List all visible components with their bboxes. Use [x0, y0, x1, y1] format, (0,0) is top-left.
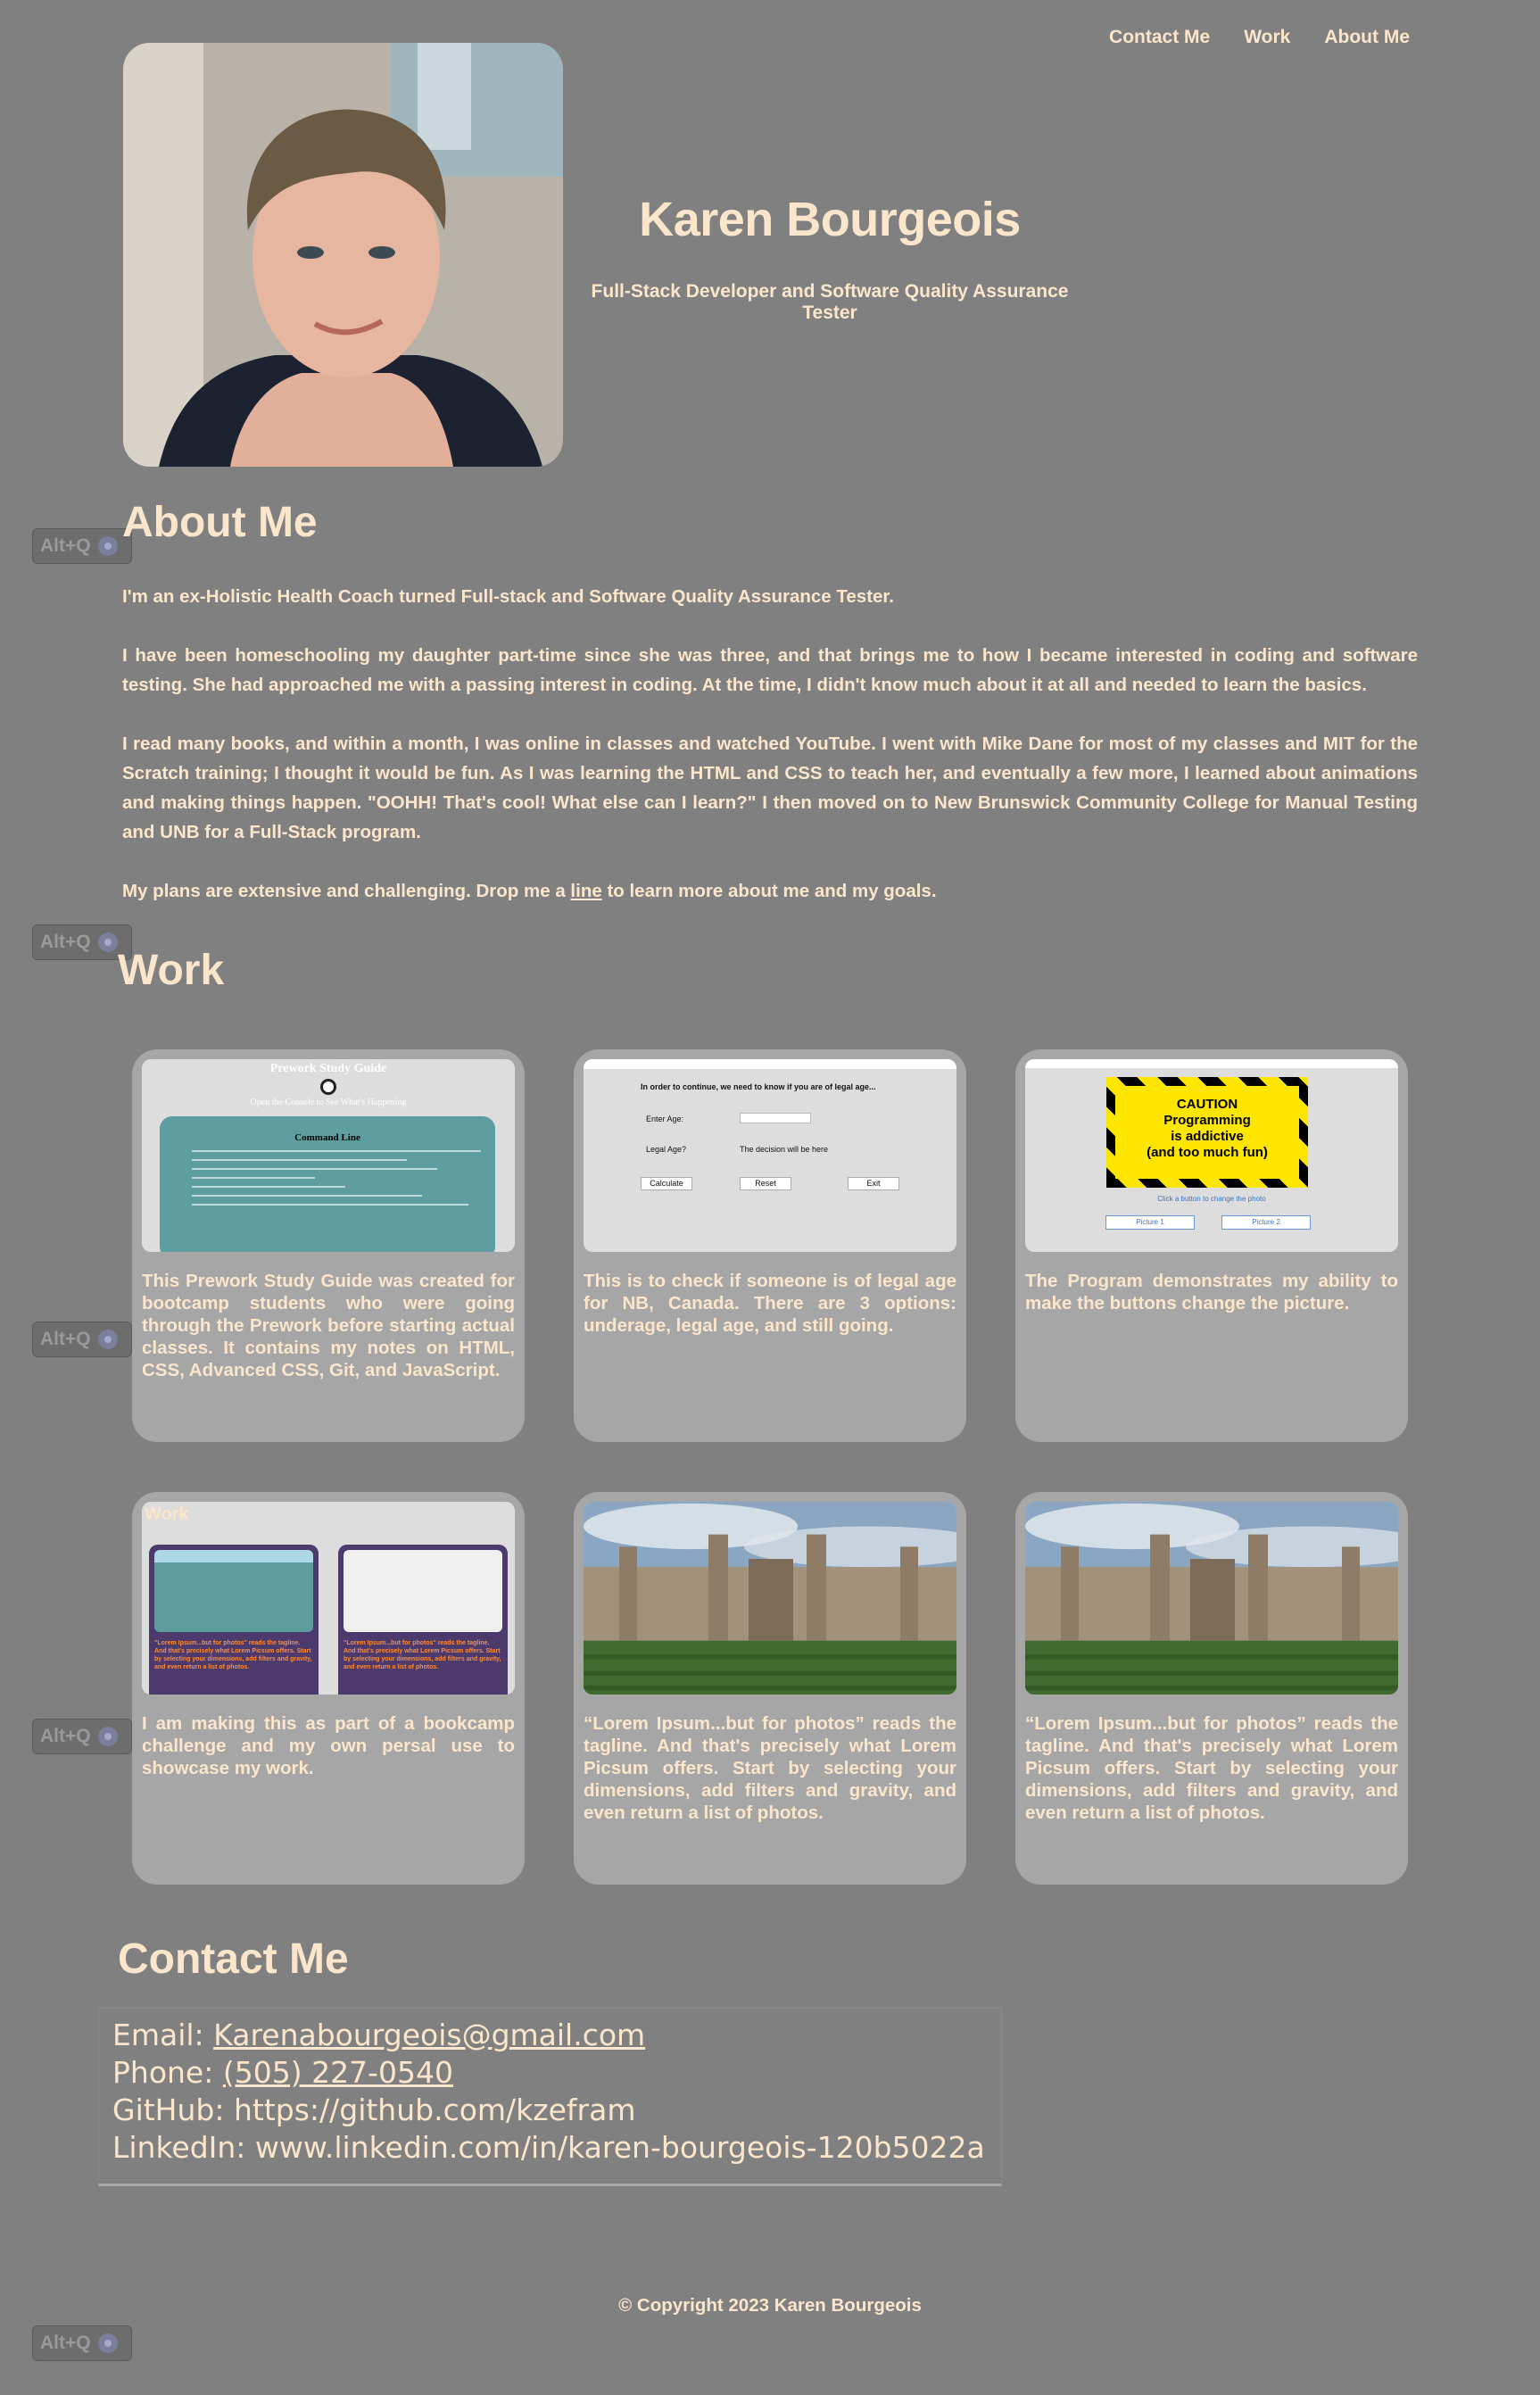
about-paragraph: I'm an ex-Holistic Health Coach turned F…	[122, 586, 894, 607]
age-input	[740, 1113, 811, 1123]
shot-title: Prework Study Guide	[269, 1062, 387, 1075]
sign-line: is addictive	[1171, 1129, 1244, 1144]
contact-heading: Contact Me	[118, 1935, 349, 1983]
contact-frame	[98, 2008, 1002, 2186]
exit-button: Exit	[848, 1177, 899, 1190]
project-screenshot: Work "Lorem Ipsum...but for photos" read…	[142, 1502, 515, 1695]
prompt-text: In order to continue, we need to know if…	[641, 1082, 876, 1091]
text-line	[192, 1150, 481, 1152]
text-line	[192, 1186, 345, 1188]
mini-card-text: "Lorem Ipsum...but for photos" reads the…	[154, 1640, 312, 1670]
work-card-portfolio[interactable]: Work "Lorem Ipsum...but for photos" read…	[132, 1492, 525, 1885]
contact-line-link[interactable]: line	[570, 881, 601, 901]
mini-card-image	[154, 1550, 313, 1632]
college-photo	[1025, 1502, 1398, 1695]
notes-box: Command Line	[160, 1116, 495, 1252]
sign-line: Programming	[1163, 1113, 1251, 1128]
alt-q-label: Alt+Q	[40, 2333, 91, 2353]
alt-q-label: Alt+Q	[40, 1726, 91, 1746]
alt-q-label: Alt+Q	[40, 932, 91, 952]
mini-card-image	[344, 1550, 502, 1632]
text-line	[192, 1168, 438, 1170]
text-line	[192, 1159, 407, 1161]
card-description: I am making this as part of a bookcamp c…	[142, 1713, 515, 1778]
alt-q-label: Alt+Q	[40, 535, 91, 556]
project-screenshot: In order to continue, we need to know if…	[584, 1059, 956, 1252]
nav-link-contact[interactable]: Contact Me	[1109, 27, 1210, 48]
work-heading: Work	[118, 947, 225, 994]
logo-icon	[320, 1079, 336, 1095]
work-card-lorem-picsum[interactable]: “Lorem Ipsum...but for photos” reads the…	[574, 1492, 966, 1885]
mini-card: "Lorem Ipsum...but for photos" reads the…	[338, 1545, 508, 1695]
circle-icon	[97, 2333, 118, 2353]
nav-link-about[interactable]: About Me	[1324, 27, 1410, 48]
text-line	[192, 1195, 422, 1197]
card-description: This is to check if someone is of legal …	[584, 1271, 956, 1336]
alt-q-badge[interactable]: Alt+Q	[32, 528, 132, 564]
about-text: to learn more about me and my goals.	[601, 881, 937, 901]
calculate-button: Calculate	[641, 1177, 692, 1190]
circle-icon	[97, 1330, 118, 1349]
alt-q-label: Alt+Q	[40, 1329, 91, 1349]
card-description: This Prework Study Guide was created for…	[142, 1271, 515, 1380]
work-card-lorem-picsum[interactable]: “Lorem Ipsum...but for photos” reads the…	[1015, 1492, 1408, 1885]
alt-q-badge[interactable]: Alt+Q	[32, 1322, 132, 1357]
box-title: Command Line	[294, 1132, 360, 1143]
about-heading: About Me	[122, 499, 318, 546]
page-title: Karen Bourgeois	[639, 193, 1021, 246]
circle-icon	[97, 536, 118, 556]
about-section: I'm an ex-Holistic Health Coach turned F…	[122, 582, 1418, 935]
window-titlebar	[584, 1059, 956, 1070]
mini-card-text: "Lorem Ipsum...but for photos" reads the…	[344, 1640, 501, 1670]
alt-q-badge[interactable]: Alt+Q	[32, 2325, 132, 2361]
work-card-prework[interactable]: Prework Study Guide Open the Console to …	[132, 1049, 525, 1442]
decision-text: The decision will be here	[740, 1145, 829, 1154]
legal-age-label: Legal Age?	[646, 1145, 687, 1154]
profile-photo	[123, 43, 563, 467]
picture-2-button: Picture 2	[1221, 1215, 1311, 1230]
alt-q-badge[interactable]: Alt+Q	[32, 1719, 132, 1754]
project-screenshot: CAUTION Programming is addictive (and to…	[1025, 1059, 1398, 1252]
about-paragraph: I have been homeschooling my daughter pa…	[122, 645, 1418, 695]
text-line	[192, 1204, 468, 1206]
contact-section: Email: Karenabourgeois@gmail.com Phone: …	[98, 2008, 1002, 2186]
card-description: “Lorem Ipsum...but for photos” reads the…	[584, 1713, 956, 1823]
window-titlebar	[1025, 1059, 1398, 1068]
sign-line: (and too much fun)	[1147, 1145, 1268, 1160]
shot-caption: Click a button to change the photo	[1157, 1195, 1266, 1203]
project-screenshot: Prework Study Guide Open the Console to …	[142, 1059, 515, 1252]
reset-button: Reset	[740, 1177, 791, 1190]
shot-subtitle: Open the Console to See What's Happening	[250, 1098, 407, 1107]
top-nav: Contact Me Work About Me	[1109, 27, 1410, 48]
card-description: “Lorem Ipsum...but for photos” reads the…	[1025, 1713, 1398, 1823]
card-description: The Program demonstrates my ability to m…	[1025, 1271, 1398, 1314]
subtitle: Full-Stack Developer and Software Qualit…	[591, 281, 1069, 323]
about-text: My plans are extensive and challenging. …	[122, 881, 571, 901]
caution-sign-image: CAUTION Programming is addictive (and to…	[1106, 1077, 1308, 1188]
college-photo	[584, 1502, 956, 1695]
nav-link-work[interactable]: Work	[1244, 27, 1290, 48]
picture-1-button: Picture 1	[1105, 1215, 1195, 1230]
mini-card: "Lorem Ipsum...but for photos" reads the…	[149, 1545, 319, 1695]
circle-icon	[97, 932, 118, 952]
shot-label: Work	[145, 1504, 189, 1524]
sign-line: CAUTION	[1176, 1097, 1238, 1112]
work-card-legal-age[interactable]: In order to continue, we need to know if…	[574, 1049, 966, 1442]
footer-copyright: © Copyright 2023 Karen Bourgeois	[618, 2295, 922, 2316]
about-paragraph: My plans are extensive and challenging. …	[122, 876, 1418, 906]
text-line	[192, 1177, 315, 1179]
enter-age-label: Enter Age:	[646, 1115, 684, 1123]
work-card-picture-switcher[interactable]: CAUTION Programming is addictive (and to…	[1015, 1049, 1408, 1442]
circle-icon	[97, 1727, 118, 1746]
about-paragraph: I read many books, and within a month, I…	[122, 733, 1418, 842]
